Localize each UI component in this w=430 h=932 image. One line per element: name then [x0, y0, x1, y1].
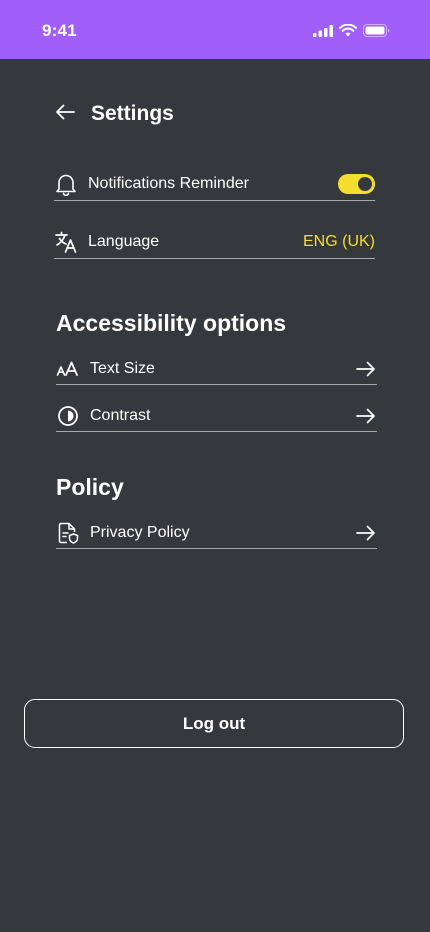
status-time: 9:41: [42, 21, 77, 40]
notifications-reminder-label: Notifications Reminder: [88, 175, 249, 192]
cellular-signal-icon: [313, 24, 333, 37]
notifications-toggle[interactable]: [338, 174, 375, 194]
accessibility-section-title: Accessibility options: [56, 310, 287, 336]
text-size-label: Text Size: [90, 359, 155, 377]
text-size-row[interactable]: Text Size: [56, 353, 377, 385]
bell-icon: [54, 172, 78, 196]
status-bar: 9:41: [0, 0, 430, 59]
wifi-icon: [339, 24, 357, 37]
arrow-right-icon[interactable]: [355, 358, 377, 380]
language-label: Language: [88, 233, 160, 250]
page-title: Settings: [91, 102, 174, 125]
contrast-label: Contrast: [90, 406, 151, 424]
text-size-icon: [56, 357, 80, 381]
privacy-policy-label: Privacy Policy: [90, 523, 190, 541]
policy-section-title: Policy: [56, 474, 124, 500]
logout-button[interactable]: Log out: [24, 699, 404, 748]
translate-icon: [54, 230, 78, 254]
contrast-row[interactable]: Contrast: [56, 400, 377, 432]
privacy-document-icon: [56, 521, 80, 545]
notifications-reminder-row[interactable]: Notifications Reminder: [54, 168, 375, 201]
language-row[interactable]: Language ENG (UK): [54, 226, 375, 259]
arrow-left-icon: [55, 104, 75, 125]
status-icons: [313, 24, 390, 37]
toggle-knob: [358, 177, 372, 191]
arrow-right-icon[interactable]: [355, 522, 377, 544]
privacy-policy-row[interactable]: Privacy Policy: [56, 517, 377, 549]
language-value: ENG (UK): [303, 233, 375, 250]
arrow-right-icon[interactable]: [355, 405, 377, 427]
battery-icon: [363, 24, 390, 37]
header: Settings: [54, 99, 174, 129]
contrast-icon: [56, 404, 80, 428]
back-button[interactable]: [54, 103, 76, 125]
